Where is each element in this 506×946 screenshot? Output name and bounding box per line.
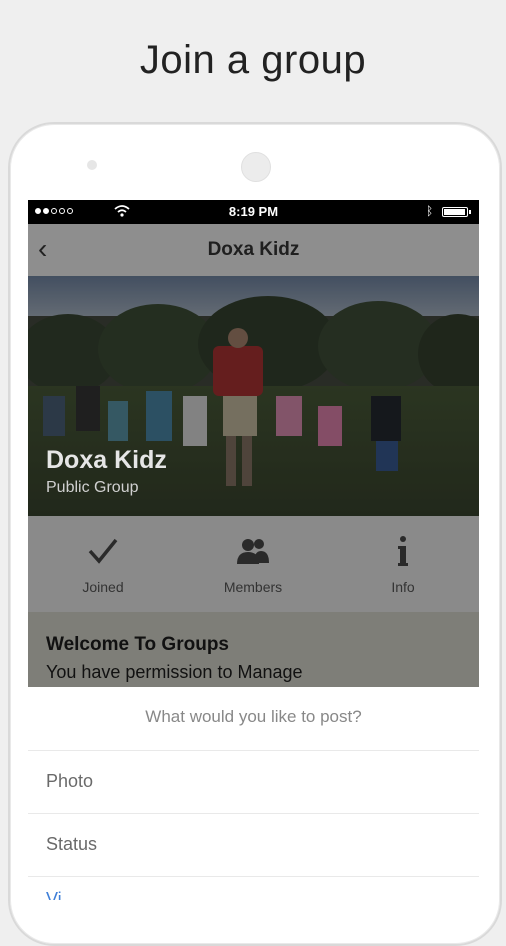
bluetooth-icon: ᛒ: [426, 204, 434, 218]
front-camera: [87, 160, 97, 170]
divider: [28, 813, 479, 814]
page-headline: Join a group: [139, 38, 367, 82]
earpiece-speaker: [241, 152, 271, 182]
group-name: Doxa Kidz: [46, 446, 167, 474]
joined-label: Joined: [82, 579, 124, 595]
divider: [28, 750, 479, 751]
group-actions-bar: Joined Members Info: [28, 516, 479, 612]
post-option-video[interactable]: Vi: [46, 879, 466, 900]
welcome-text: You have permission to Manage: [46, 662, 303, 682]
nav-title: Doxa Kidz: [207, 239, 300, 260]
members-label: Members: [223, 579, 283, 595]
check-icon: [28, 534, 178, 568]
group-cover-photo: Doxa Kidz Public Group: [28, 276, 479, 516]
members-icon: [178, 534, 328, 568]
info-button[interactable]: Info: [328, 516, 478, 612]
welcome-title: Welcome To Groups: [46, 634, 229, 655]
group-type: Public Group: [46, 479, 139, 496]
battery-icon: [442, 207, 471, 217]
post-option-photo[interactable]: Photo: [46, 761, 466, 801]
info-icon: [328, 534, 478, 568]
status-time: 8:19 PM: [228, 204, 279, 219]
members-button[interactable]: Members: [178, 516, 328, 612]
post-option-status[interactable]: Status: [46, 824, 466, 864]
welcome-banner: Welcome To Groups You have permission to…: [28, 612, 479, 704]
joined-button[interactable]: Joined: [28, 516, 178, 612]
post-sheet-title: What would you like to post?: [145, 707, 362, 726]
app-screen: 8:19 PM ᛒ ‹ Doxa Kidz Doxa Kidz Public G…: [28, 200, 479, 900]
info-label: Info: [391, 579, 415, 595]
nav-bar: ‹ Doxa Kidz: [28, 224, 479, 276]
status-bar: 8:19 PM ᛒ: [28, 200, 479, 224]
post-action-sheet: What would you like to post? Photo Statu…: [28, 687, 479, 900]
divider: [28, 876, 479, 877]
